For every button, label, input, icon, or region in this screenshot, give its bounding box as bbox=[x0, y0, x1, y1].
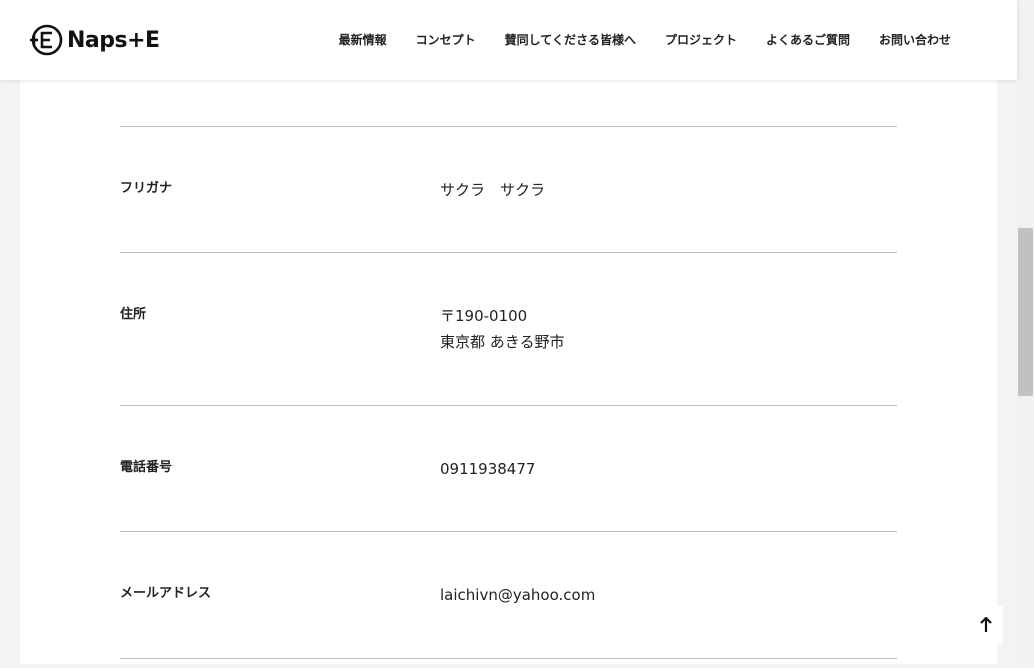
plus-e-circle-logo-icon bbox=[30, 24, 63, 56]
row-label-email: メールアドレス bbox=[120, 586, 212, 601]
row-label-phone: 電話番号 bbox=[120, 460, 173, 475]
back-to-top-button[interactable] bbox=[969, 606, 1003, 644]
postal-code: 〒190-0100 bbox=[440, 307, 528, 325]
row-label-furigana: フリガナ bbox=[120, 181, 173, 196]
row-value-phone: 0911938477 bbox=[440, 460, 536, 478]
nav-item-news[interactable]: 最新情報 bbox=[339, 30, 387, 50]
nav-item-project[interactable]: プロジェクト bbox=[665, 30, 737, 50]
site-header: Naps+E 最新情報 コンセプト 賛同してくださる皆様へ プロジェクト よくあ… bbox=[0, 0, 1017, 80]
nav-item-concept[interactable]: コンセプト bbox=[416, 30, 476, 50]
table-row: メールアドレス laichivn@yahoo.com bbox=[120, 531, 897, 658]
row-value-email: laichivn@yahoo.com bbox=[440, 586, 596, 604]
confirmation-table: フリガナ サクラ サクラ 住所 〒190-0100 東京都 あきる野市 電話番号… bbox=[120, 126, 897, 668]
arrow-up-icon bbox=[980, 617, 992, 632]
nav-item-faq[interactable]: よくあるご質問 bbox=[766, 30, 850, 50]
table-row: フリガナ サクラ サクラ bbox=[120, 126, 897, 252]
nav-item-supporters[interactable]: 賛同してくださる皆様へ bbox=[505, 30, 636, 50]
page-background: フリガナ サクラ サクラ 住所 〒190-0100 東京都 あきる野市 電話番号… bbox=[0, 0, 1017, 664]
table-row: 住所 〒190-0100 東京都 あきる野市 bbox=[120, 252, 897, 405]
row-label-address: 住所 bbox=[120, 307, 147, 322]
scrollbar-thumb[interactable] bbox=[1018, 228, 1033, 396]
main-nav: 最新情報 コンセプト 賛同してくださる皆様へ プロジェクト よくあるご質問 お問… bbox=[339, 30, 951, 50]
address-city: 東京都 あきる野市 bbox=[440, 333, 565, 351]
logo-text: Naps+E bbox=[67, 27, 160, 53]
table-row: 電話番号 0911938477 bbox=[120, 405, 897, 531]
site-logo[interactable]: Naps+E bbox=[29, 24, 160, 56]
scrollbar[interactable] bbox=[1017, 0, 1034, 664]
table-bottom-divider bbox=[120, 658, 897, 668]
row-value-furigana: サクラ サクラ bbox=[440, 181, 546, 199]
nav-item-contact[interactable]: お問い合わせ bbox=[879, 30, 951, 50]
row-value-address: 〒190-0100 東京都 あきる野市 bbox=[440, 303, 564, 355]
